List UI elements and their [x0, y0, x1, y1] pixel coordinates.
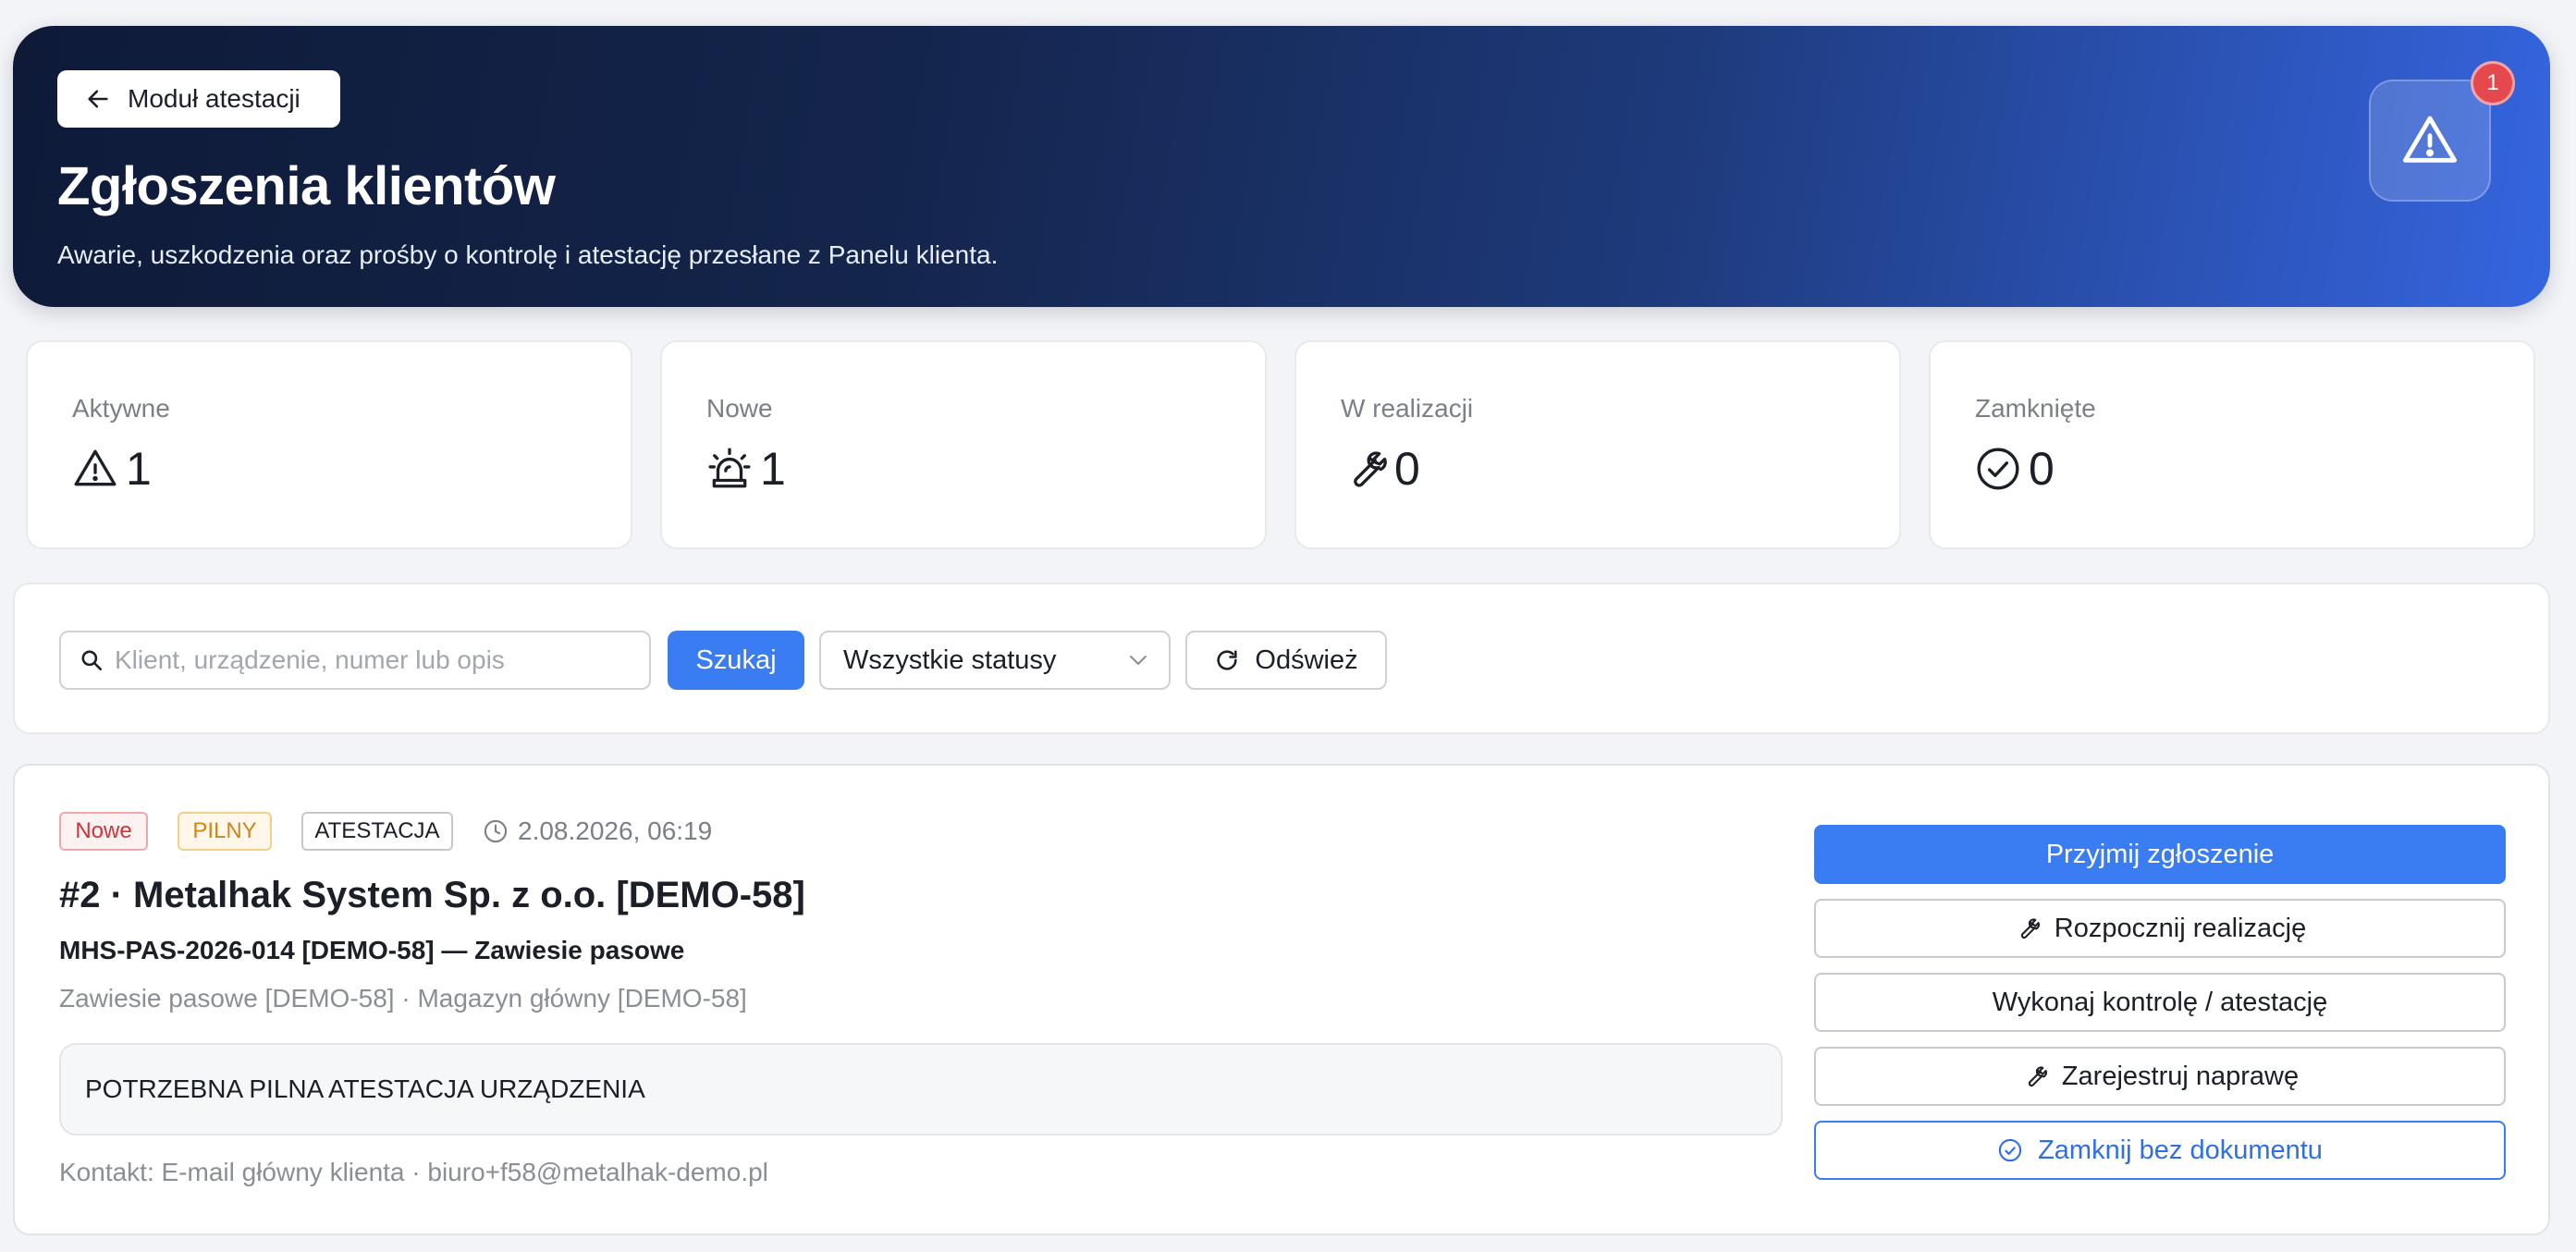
wrench-icon — [1354, 451, 1387, 487]
status-filter-select[interactable]: Wszystkie statusy — [819, 631, 1171, 690]
chevron-down-icon — [1130, 656, 1147, 665]
search-button[interactable]: Szukaj — [668, 631, 804, 690]
search-field[interactable] — [59, 631, 651, 690]
alerts-button[interactable] — [2369, 80, 2491, 202]
stat-card-in-progress: W realizacji 0 — [1294, 340, 1901, 549]
status-badge: Nowe — [59, 812, 148, 851]
search-icon — [81, 650, 103, 671]
start-realization-label: Rozpocznij realizację — [2054, 913, 2307, 943]
warning-triangle-icon — [74, 449, 117, 486]
close-without-document-button[interactable]: Zamknij bez dokumentu — [1814, 1121, 2506, 1180]
close-without-document-label: Zamknij bez dokumentu — [2038, 1135, 2323, 1165]
register-repair-label: Zarejestruj naprawę — [2061, 1061, 2300, 1091]
arrow-left-icon — [88, 90, 108, 108]
filter-bar: Szukaj Wszystkie statusy Odśwież — [13, 583, 2550, 734]
stat-card-closed: Zamknięte 0 — [1929, 340, 2535, 549]
page-subtitle: Awarie, uszkodzenia oraz prośby o kontro… — [57, 240, 999, 269]
siren-icon — [708, 448, 751, 488]
page-title: Zgłoszenia klientów — [57, 156, 556, 216]
stat-label: Aktywne — [72, 394, 170, 423]
ticket-device: MHS-PAS-2026-014 [DEMO-58] — Zawiesie pa… — [59, 936, 685, 964]
search-input[interactable] — [115, 645, 649, 675]
alert-count-badge: 1 — [2471, 61, 2515, 105]
stat-value: 0 — [2029, 443, 2055, 495]
stat-value: 0 — [1394, 443, 1420, 495]
stat-card-active: Aktywne 1 — [26, 340, 632, 549]
stat-label: Zamknięte — [1975, 394, 2096, 423]
start-realization-button[interactable]: Rozpocznij realizację — [1814, 899, 2506, 958]
ticket-date: 2.08.2026, 06:19 — [483, 812, 712, 851]
warning-triangle-icon — [2402, 116, 2458, 163]
refresh-icon — [1217, 650, 1238, 670]
ticket-date-text: 2.08.2026, 06:19 — [518, 816, 713, 845]
ticket-contact: Kontakt: E-mail główny klienta · biuro+f… — [59, 1158, 768, 1186]
ticket-location: Zawiesie pasowe [DEMO-58] · Magazyn głów… — [59, 984, 747, 1013]
stat-card-new: Nowe 1 — [660, 340, 1267, 549]
ticket-description: POTRZEBNA PILNA ATESTACJA URZĄDZENIA — [59, 1043, 1783, 1135]
priority-badge: PILNY — [178, 812, 272, 851]
stat-value: 1 — [760, 443, 786, 495]
back-button-label: Moduł atestacji — [128, 84, 301, 113]
ticket-card: Nowe PILNY ATESTACJA 2.08.2026, 06:19 #2… — [13, 764, 2550, 1235]
clock-icon — [484, 819, 508, 843]
accept-ticket-button[interactable]: Przyjmij zgłoszenie — [1814, 825, 2506, 884]
wrench-icon — [2028, 1066, 2047, 1087]
register-repair-button[interactable]: Zarejestruj naprawę — [1814, 1047, 2506, 1106]
stat-value: 1 — [126, 443, 152, 495]
status-filter-value: Wszystkie statusy — [843, 644, 1057, 675]
stat-label: W realizacji — [1341, 394, 1474, 423]
page-header: Moduł atestacji Zgłoszenia klientów Awar… — [13, 26, 2550, 307]
wrench-icon — [2020, 918, 2040, 939]
check-circle-icon — [1977, 448, 2019, 490]
refresh-button-label: Odśwież — [1255, 644, 1358, 675]
type-badge: ATESTACJA — [301, 812, 453, 851]
stat-label: Nowe — [706, 394, 773, 423]
check-circle-icon — [1998, 1138, 2022, 1162]
refresh-button[interactable]: Odśwież — [1185, 631, 1387, 690]
perform-inspection-button[interactable]: Wykonaj kontrolę / atestację — [1814, 973, 2506, 1032]
ticket-title: #2 · Metalhak System Sp. z o.o. [DEMO-58… — [59, 875, 805, 915]
back-to-attestation-module-button[interactable]: Moduł atestacji — [57, 70, 340, 128]
